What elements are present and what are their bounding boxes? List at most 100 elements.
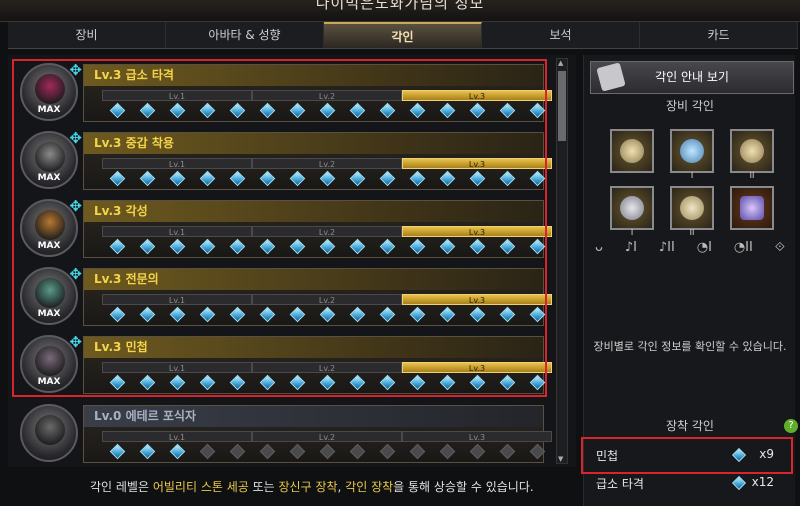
gem-icon bbox=[409, 306, 425, 323]
gem-icon bbox=[469, 238, 485, 255]
gem-icon bbox=[439, 443, 455, 460]
window-title: 나이먹은노화가님의 정보 bbox=[315, 0, 485, 12]
slot-earring-1[interactable]: I bbox=[670, 129, 714, 180]
slot-earring-2[interactable]: II bbox=[730, 129, 774, 180]
worn-engraving-name: 급소 타격 bbox=[596, 477, 644, 491]
gem-icon bbox=[409, 443, 425, 460]
gem-icon bbox=[229, 374, 245, 391]
slot-ring-2[interactable]: II bbox=[670, 186, 714, 237]
title-bar: 나이먹은노화가님의 정보 bbox=[0, 0, 800, 22]
help-icon[interactable]: ? bbox=[784, 419, 798, 433]
engraving-row[interactable]: ✥ MAX Lv.3 급소 타격 Lv.1 Lv.2 Lv.3 bbox=[16, 61, 552, 125]
level-segment: Lv.1 bbox=[102, 431, 252, 462]
gem-icon bbox=[109, 102, 125, 119]
side-panel: 각인 안내 보기 장비 각인 I II I II ᴗ ♪I ♪II ◔I ◔II… bbox=[583, 55, 798, 506]
gem-icon bbox=[529, 170, 545, 187]
gem-icon bbox=[349, 306, 365, 323]
gem-icon bbox=[379, 306, 395, 323]
engraving-row[interactable]: ✥ MAX Lv.3 중갑 착용 Lv.1 Lv.2 Lv.3 bbox=[16, 129, 552, 193]
scroll-up-icon[interactable]: ▲ bbox=[558, 59, 563, 67]
hint-highlight-engrave: 각인 장착 bbox=[345, 480, 394, 494]
gem-icon bbox=[109, 374, 125, 391]
gem-icon bbox=[379, 102, 395, 119]
gem-icon bbox=[529, 306, 545, 323]
engraving-portrait-icon bbox=[35, 74, 65, 104]
engraving-row[interactable]: ✥ MAX Lv.3 전문의 Lv.1 Lv.2 Lv.3 bbox=[16, 265, 552, 329]
gem-row bbox=[402, 169, 552, 187]
level-label: Lv.2 bbox=[252, 431, 402, 442]
gem-icon bbox=[199, 374, 215, 391]
engraving-row[interactable]: ✥ MAX Lv.3 민첩 Lv.1 Lv.2 Lv.3 bbox=[16, 333, 552, 397]
stone-filter-icon[interactable]: ⟐ bbox=[775, 240, 785, 255]
gem-icon bbox=[439, 102, 455, 119]
level-label: Lv.1 bbox=[102, 431, 252, 442]
gem-row bbox=[102, 442, 252, 460]
gem-icon bbox=[229, 238, 245, 255]
engraving-name: Lv.3 중갑 착용 bbox=[84, 133, 543, 154]
gem-icon bbox=[259, 374, 275, 391]
engraving-row[interactable]: ✥ MAX Lv.3 각성 Lv.1 Lv.2 Lv.3 bbox=[16, 197, 552, 261]
gem-icon bbox=[349, 170, 365, 187]
engraving-bar: Lv.3 각성 Lv.1 Lv.2 Lv.3 bbox=[83, 200, 552, 258]
gem-icon bbox=[439, 306, 455, 323]
hint-highlight-stone: 어빌리티 스톤 세공 bbox=[152, 480, 249, 494]
tab-cards[interactable]: 카드 bbox=[640, 22, 798, 48]
ring-2-filter-icon[interactable]: ◔II bbox=[734, 240, 753, 255]
level-segment: Lv.3 bbox=[402, 362, 552, 393]
gem-icon bbox=[439, 238, 455, 255]
engraving-medal-icon bbox=[20, 404, 78, 462]
engraving-row[interactable]: Lv.0 에테르 포식자 Lv.1 Lv.2 Lv.3 bbox=[16, 402, 552, 466]
tab-equipment[interactable]: 장비 bbox=[8, 22, 166, 48]
level-segment: Lv.2 bbox=[252, 294, 402, 325]
max-label: MAX bbox=[37, 377, 61, 387]
earring-icon bbox=[680, 139, 704, 163]
scroll-thumb[interactable] bbox=[558, 71, 566, 141]
gem-icon bbox=[139, 238, 155, 255]
ring-1-filter-icon[interactable]: ◔I bbox=[697, 240, 712, 255]
engraving-badge-icon: ✥ bbox=[69, 61, 82, 79]
gem-icon bbox=[319, 170, 335, 187]
earring-1-filter-icon[interactable]: ♪I bbox=[625, 240, 637, 255]
gem-icon bbox=[229, 170, 245, 187]
scroll-down-icon[interactable]: ▼ bbox=[558, 455, 563, 463]
engraving-scrollbar[interactable]: ▲ ▼ bbox=[556, 58, 568, 464]
level-label: Lv.2 bbox=[252, 226, 402, 237]
level-label: Lv.3 bbox=[402, 362, 552, 373]
slot-ring-1[interactable]: I bbox=[610, 186, 654, 237]
slot-necklace[interactable] bbox=[610, 129, 654, 173]
engraving-guide-button[interactable]: 각인 안내 보기 bbox=[590, 61, 794, 94]
tab-avatar[interactable]: 아바타 & 성향 bbox=[166, 22, 324, 48]
tab-engraving[interactable]: 각인 bbox=[324, 22, 482, 48]
engraving-medal-icon: ✥ MAX bbox=[20, 129, 82, 189]
gem-icon bbox=[109, 170, 125, 187]
gem-icon bbox=[499, 374, 515, 391]
gem-icon bbox=[289, 374, 305, 391]
gem-row bbox=[252, 101, 402, 119]
gem-icon bbox=[259, 238, 275, 255]
tab-gems[interactable]: 보석 bbox=[482, 22, 640, 48]
gem-row bbox=[102, 169, 252, 187]
earring-2-filter-icon[interactable]: ♪II bbox=[659, 240, 675, 255]
level-segment: Lv.3 bbox=[402, 294, 552, 325]
engraving-bar: Lv.3 전문의 Lv.1 Lv.2 Lv.3 bbox=[83, 268, 552, 326]
engraving-portrait-icon bbox=[35, 210, 65, 240]
worn-engraving-row: 급소 타격 x12 bbox=[584, 467, 796, 497]
engraving-medal-icon: ✥ MAX bbox=[20, 61, 82, 121]
gem-icon bbox=[469, 102, 485, 119]
gem-icon bbox=[409, 170, 425, 187]
gem-icon bbox=[469, 443, 485, 460]
engraving-portrait-icon bbox=[35, 142, 65, 172]
slot-roman: II bbox=[749, 171, 755, 180]
worn-engraving-count: x9 bbox=[759, 447, 774, 461]
level-label: Lv.1 bbox=[102, 90, 252, 101]
level-label: Lv.3 bbox=[402, 90, 552, 101]
max-label: MAX bbox=[37, 241, 61, 251]
gem-icon bbox=[109, 443, 125, 460]
gem-row bbox=[252, 373, 402, 391]
gem-icon bbox=[499, 443, 515, 460]
hint-text: 각인 레벨은 bbox=[90, 480, 153, 494]
gem-row bbox=[102, 305, 252, 323]
slot-ability-stone[interactable] bbox=[730, 186, 774, 230]
slot-roman: II bbox=[689, 228, 695, 237]
necklace-filter-icon[interactable]: ᴗ bbox=[595, 240, 603, 255]
